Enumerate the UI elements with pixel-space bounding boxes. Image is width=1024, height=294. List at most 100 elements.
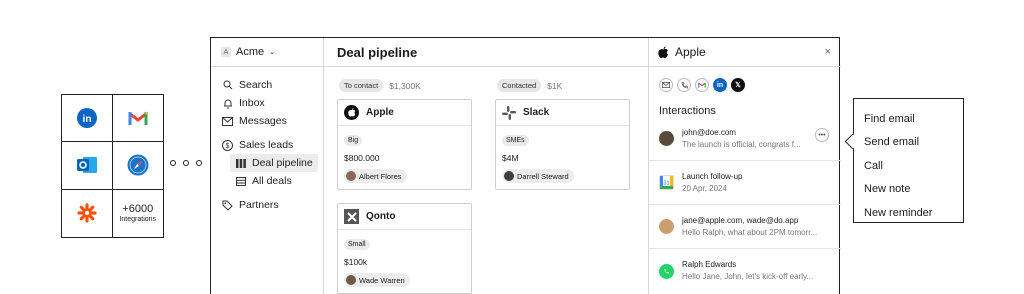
chevron-down-icon: ⌄ (269, 49, 275, 56)
apple-logo-icon (658, 45, 669, 59)
deal-company: Qonto (366, 211, 396, 222)
deal-tag: Big (344, 135, 363, 146)
sidebar-item-deal-pipeline[interactable]: Deal pipeline (230, 154, 318, 172)
stage-total: $1,300K (389, 80, 421, 91)
deal-card-apple[interactable]: Apple Big $800.000 Albert Flores (337, 99, 472, 190)
deal-pipeline-board: Deal pipeline To contact $1,300K Apple B… (324, 38, 649, 294)
deal-tag: SMEs (502, 135, 529, 146)
sidebar-item-label: Search (239, 79, 273, 91)
interaction-title: Launch follow-up (682, 171, 743, 181)
sidebar-item-sales-leads[interactable]: $ Sales leads (211, 136, 323, 154)
pipeline-column-to-contact: To contact $1,300K Apple Big $800.000 Al… (337, 79, 472, 294)
mail-icon (222, 116, 233, 127)
search-icon (222, 80, 233, 91)
interaction-preview: 20 Apr, 2024 (682, 183, 727, 193)
interaction-preview: The launch is official, congrats f... (682, 139, 801, 149)
sidebar-item-label: Messages (239, 115, 287, 127)
sidebar-item-messages[interactable]: Messages (211, 112, 323, 130)
pipeline-column-contacted: Contacted $1K Slack SMEs $4M Darrell Ste… (495, 79, 630, 203)
phone-channel-icon[interactable] (677, 78, 691, 92)
menu-item-call[interactable]: Call (864, 154, 963, 178)
integrations-count[interactable]: +6000 Integrations (113, 190, 164, 237)
interaction-title: Ralph Edwards (682, 260, 737, 270)
interaction-item[interactable]: Ralph Edwards Hello Jane, John, let's ki… (649, 249, 841, 293)
app-window: A Acme ⌄ Search Inbox Messages $ Sales l… (210, 37, 841, 294)
whatsapp-icon (659, 263, 674, 279)
sidebar-item-inbox[interactable]: Inbox (211, 94, 323, 112)
outlook-icon (76, 157, 97, 174)
workspace-switcher[interactable]: A Acme ⌄ (211, 38, 323, 67)
deal-amount: $4M (502, 153, 519, 163)
integration-outlook[interactable] (62, 142, 113, 190)
avatar (346, 171, 356, 181)
sidebar-item-label: Deal pipeline (252, 157, 313, 169)
workspace-name: Acme (236, 46, 265, 58)
deal-detail-panel: Apple × in 𝕏 Interactions john@doe.com T… (649, 38, 841, 294)
calendar-icon: 31 (659, 175, 674, 190)
sidebar-item-label: Sales leads (239, 139, 294, 151)
more-icon[interactable]: ••• (815, 128, 829, 142)
deal-owner-name: Wade Warren (359, 275, 405, 285)
sidebar-item-label: Partners (239, 199, 279, 211)
svg-text:31: 31 (663, 181, 669, 187)
sidebar-item-partners[interactable]: Partners (211, 196, 323, 214)
linkedin-channel-icon[interactable]: in (713, 78, 727, 92)
zapier-icon (77, 203, 97, 223)
deal-card-qonto[interactable]: Qonto Small $100k Wade Warren (337, 203, 472, 294)
integration-zapier[interactable] (62, 189, 113, 237)
page-title: Deal pipeline (324, 38, 648, 67)
menu-item-new-note[interactable]: New note (864, 178, 963, 202)
action-menu: Find email Send email Call New note New … (853, 98, 964, 223)
deal-tag: Small (344, 239, 370, 250)
stage-total: $1K (547, 80, 563, 91)
integrations-count-label: Integrations (119, 215, 157, 223)
interaction-preview: Hello Jane, John, let's kick-off early..… (682, 272, 814, 281)
sidebar-item-all-deals[interactable]: All deals (211, 172, 317, 190)
close-icon[interactable]: × (825, 46, 831, 58)
menu-item-find-email[interactable]: Find email (864, 107, 963, 131)
integration-gmail[interactable] (112, 95, 163, 143)
slack-logo-icon (502, 105, 516, 120)
gmail-channel-icon[interactable] (695, 78, 709, 92)
deal-owner[interactable]: Wade Warren (344, 273, 410, 287)
interaction-item[interactable]: jane@apple.com, wade@do.app Hello Ralph,… (649, 205, 841, 249)
deal-company: Apple (366, 107, 394, 118)
avatar (659, 219, 674, 234)
deal-amount: $800.000 (344, 153, 380, 163)
channel-buttons: in 𝕏 (649, 67, 841, 92)
sidebar-item-search[interactable]: Search (211, 76, 323, 94)
integrations-count-value: +6000 (122, 203, 154, 216)
svg-text:in: in (82, 114, 91, 125)
deal-owner-name: Albert Flores (359, 171, 402, 181)
gmail-icon (127, 111, 148, 126)
interactions-heading: Interactions (659, 105, 716, 117)
stage-badge: To contact (339, 79, 384, 92)
avatar (659, 131, 674, 146)
integrations-grid: in +6000 Integrations (61, 94, 164, 238)
columns-icon (235, 158, 246, 169)
interaction-item[interactable]: john@doe.com The launch is official, con… (649, 117, 841, 161)
menu-item-send-email[interactable]: Send email (864, 131, 963, 155)
interaction-item[interactable]: 31 Launch follow-up 20 Apr, 2024 (649, 161, 841, 205)
integration-safari[interactable] (112, 142, 163, 190)
avatar (504, 171, 514, 181)
deal-card-slack[interactable]: Slack SMEs $4M Darrell Steward (495, 99, 630, 190)
svg-text:$: $ (226, 143, 230, 150)
sidebar-item-label: Inbox (239, 97, 265, 109)
avatar (346, 275, 356, 285)
interaction-title: john@doe.com (682, 127, 736, 137)
stage-badge: Contacted (497, 79, 542, 92)
deal-owner[interactable]: Albert Flores (344, 169, 407, 183)
workspace-badge: A (221, 47, 231, 57)
tag-icon (222, 200, 233, 211)
panel-title: Apple (675, 45, 706, 59)
interaction-preview: Hello Ralph, what about 2PM tomorr... (682, 227, 818, 237)
menu-item-new-reminder[interactable]: New reminder (864, 201, 963, 225)
x-channel-icon[interactable]: 𝕏 (731, 78, 745, 92)
integration-linkedin[interactable]: in (62, 95, 113, 143)
deal-owner[interactable]: Darrell Steward (502, 169, 574, 183)
safari-icon (127, 154, 149, 176)
qonto-logo-icon (344, 209, 359, 224)
sidebar: A Acme ⌄ Search Inbox Messages $ Sales l… (211, 38, 324, 294)
email-channel-icon[interactable] (659, 78, 673, 92)
